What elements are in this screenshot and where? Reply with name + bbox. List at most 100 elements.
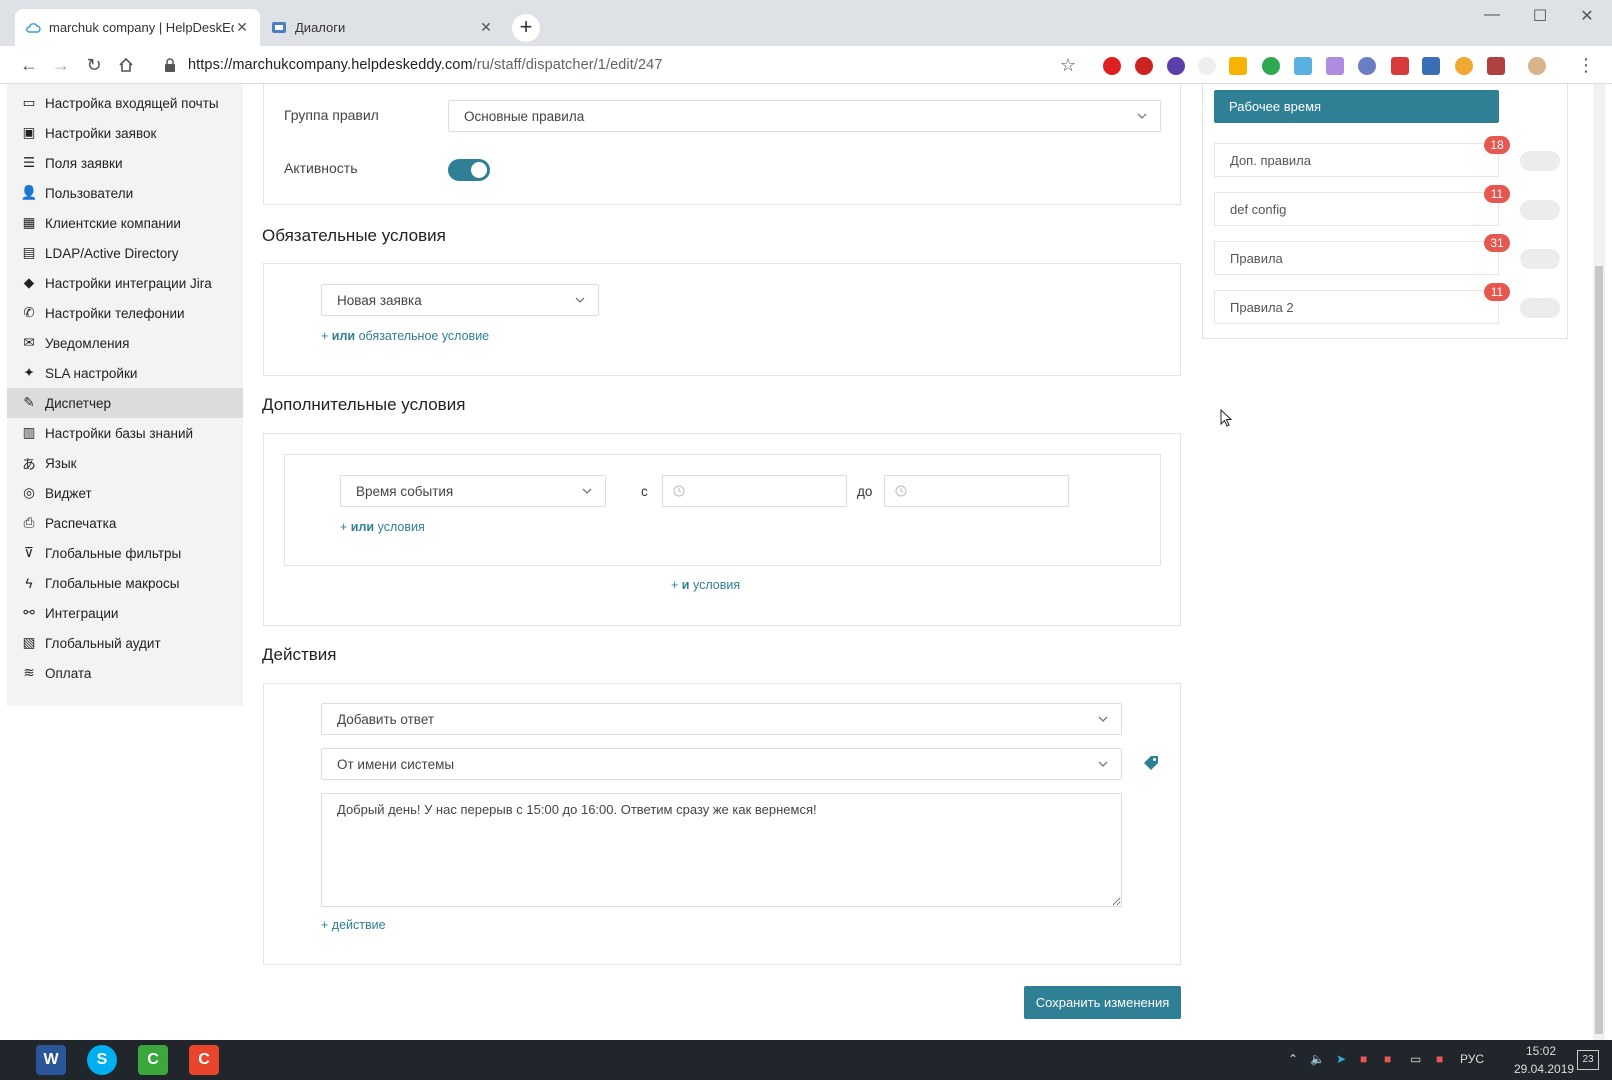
sidebar-item[interactable]: ✎ Диспетчер xyxy=(7,388,243,418)
sidebar-item[interactable]: ▭ Настройка входящей почты xyxy=(7,88,243,118)
camtasia-icon[interactable]: C xyxy=(138,1045,168,1075)
action-type-value: Добавить ответ xyxy=(337,711,435,727)
sidebar-item[interactable]: ▦ Клиентские компании xyxy=(7,208,243,238)
sidebar-item[interactable]: ≋ Оплата xyxy=(7,658,243,688)
skype-icon[interactable]: S xyxy=(87,1045,117,1075)
message-textarea[interactable]: Добрый день! У нас перерыв с 15:00 до 16… xyxy=(321,793,1122,907)
tray-chevron-icon[interactable]: ⌃ xyxy=(1288,1052,1298,1066)
sidebar-item[interactable]: 👤 Пользователи xyxy=(7,178,243,208)
camtasia-recorder-icon[interactable]: C xyxy=(189,1045,219,1075)
sidebar-item[interactable]: ⎙ Распечатка xyxy=(7,508,243,538)
home-icon[interactable] xyxy=(118,57,134,73)
sidebar-item[interactable]: ▣ Настройки заявок xyxy=(7,118,243,148)
adblock-icon[interactable] xyxy=(1103,57,1121,75)
minimize-icon[interactable]: — xyxy=(1480,6,1504,24)
sidebar-item[interactable]: ▥ Настройки базы знаний xyxy=(7,418,243,448)
extension-icon[interactable] xyxy=(1391,57,1409,75)
add-or-condition-link[interactable]: + или условия xyxy=(340,520,425,534)
back-icon[interactable]: ← xyxy=(18,54,40,76)
event-time-select[interactable]: Время события xyxy=(340,475,606,507)
evernote-icon[interactable] xyxy=(1262,57,1280,75)
extension-icon[interactable] xyxy=(1455,57,1473,75)
sidebar-item[interactable]: ✉ Уведомления xyxy=(7,328,243,358)
rule-item[interactable]: Правила xyxy=(1214,241,1499,275)
sidebar-item[interactable]: ◎ Виджет xyxy=(7,478,243,508)
skype-ext-icon[interactable] xyxy=(1198,57,1216,75)
bookmark-star-icon[interactable]: ☆ xyxy=(1060,55,1076,76)
sidebar-item-label: Оплата xyxy=(45,665,92,681)
tab-helpdesk[interactable]: marchuk company | HelpDeskEddy ✕ xyxy=(15,9,260,46)
sidebar-item[interactable]: ▧ Глобальный аудит xyxy=(7,628,243,658)
reload-icon[interactable]: ↻ xyxy=(83,54,105,76)
sidebar-item[interactable]: あ Язык xyxy=(7,448,243,478)
address-bar[interactable]: https://marchukcompany.helpdeskeddy.com/… xyxy=(150,50,1080,80)
sidebar-item-label: Поля заявки xyxy=(45,155,123,171)
close-window-icon[interactable]: ✕ xyxy=(1575,6,1599,26)
add-action-link[interactable]: + действие xyxy=(321,918,386,932)
close-tab-icon[interactable]: ✕ xyxy=(478,19,494,36)
rule-toggle[interactable] xyxy=(1520,249,1560,269)
tag-icon[interactable] xyxy=(1143,755,1159,771)
sidebar-item[interactable]: ☰ Поля заявки xyxy=(7,148,243,178)
drive-icon[interactable] xyxy=(1229,57,1247,75)
sidebar-item-label: Язык xyxy=(45,455,77,471)
time-to-input[interactable] xyxy=(884,475,1069,507)
pen-icon[interactable] xyxy=(1326,57,1344,75)
pdf-icon[interactable] xyxy=(1487,57,1505,75)
new-tab-button[interactable]: + xyxy=(512,14,540,42)
rule-working-time[interactable]: Рабочее время xyxy=(1214,90,1499,123)
tray-app-icon[interactable]: ■ xyxy=(1436,1052,1443,1066)
close-tab-icon[interactable]: ✕ xyxy=(234,19,250,36)
sidebar-item[interactable]: ⚯ Интеграции xyxy=(7,598,243,628)
mouse-cursor-icon xyxy=(1220,409,1232,427)
volume-icon[interactable]: 🔈 xyxy=(1310,1052,1325,1066)
language-indicator[interactable]: РУС xyxy=(1460,1052,1484,1066)
sender-select[interactable]: От имени системы xyxy=(321,748,1122,780)
clock[interactable]: 15:02 29.04.2019 xyxy=(1514,1044,1574,1076)
infinity-icon[interactable] xyxy=(1358,57,1376,75)
add-and-condition-link[interactable]: + и условия xyxy=(671,578,740,592)
envelope-icon: ✉ xyxy=(23,335,35,350)
add-required-condition-link[interactable]: + или обязательное условие xyxy=(321,329,489,343)
maximize-icon[interactable]: ☐ xyxy=(1528,6,1552,26)
time-from-input[interactable] xyxy=(662,475,847,507)
network-icon[interactable]: ▭ xyxy=(1410,1052,1421,1066)
sidebar-item[interactable]: ϟ Глобальные макросы xyxy=(7,568,243,598)
sidebar-item[interactable]: ◆ Настройки интеграции Jira xyxy=(7,268,243,298)
rule-count-badge: 18 xyxy=(1484,136,1510,154)
extension-icon[interactable] xyxy=(1167,57,1185,75)
action-type-select[interactable]: Добавить ответ xyxy=(321,703,1122,735)
rule-item[interactable]: def config xyxy=(1214,192,1499,226)
avatar[interactable] xyxy=(1528,57,1546,75)
word-icon[interactable]: W xyxy=(36,1045,66,1075)
sidebar-item[interactable]: ✦ SLA настройки xyxy=(7,358,243,388)
download-icon[interactable] xyxy=(1422,57,1440,75)
rule-toggle[interactable] xyxy=(1520,200,1560,220)
rule-item[interactable]: Правила 2 xyxy=(1214,290,1499,324)
notifications-icon[interactable]: 23 xyxy=(1577,1050,1599,1070)
tray-app-icon[interactable]: ■ xyxy=(1384,1052,1391,1066)
required-condition-select[interactable]: Новая заявка xyxy=(321,284,599,316)
abp-icon[interactable] xyxy=(1135,57,1153,75)
macro-icon: ϟ xyxy=(25,575,33,591)
forward-icon[interactable]: → xyxy=(50,54,72,76)
company-icon: ▦ xyxy=(22,215,36,230)
lock-icon xyxy=(165,58,175,72)
sidebar-item[interactable]: ▤ LDAP/Active Directory xyxy=(7,238,243,268)
rule-group-select[interactable]: Основные правила xyxy=(448,100,1161,132)
rule-item[interactable]: Доп. правила xyxy=(1214,143,1499,177)
scrollbar-thumb[interactable] xyxy=(1595,266,1603,1034)
sidebar-item[interactable]: ✆ Настройки телефонии xyxy=(7,298,243,328)
menu-icon[interactable]: ⋮ xyxy=(1575,54,1597,76)
extension-icon[interactable] xyxy=(1294,57,1312,75)
rule-toggle[interactable] xyxy=(1520,151,1560,171)
sender-value: От имени системы xyxy=(337,756,455,772)
rule-count-badge: 31 xyxy=(1484,234,1510,252)
activity-toggle[interactable] xyxy=(448,159,490,181)
rule-toggle[interactable] xyxy=(1520,298,1560,318)
tab-dialogs[interactable]: Диалоги ✕ xyxy=(261,9,504,46)
sidebar-item[interactable]: ⊽ Глобальные фильтры xyxy=(7,538,243,568)
telegram-icon[interactable]: ➤ xyxy=(1336,1052,1346,1066)
tray-app-icon[interactable]: ■ xyxy=(1360,1052,1367,1066)
save-changes-button[interactable]: Сохранить изменения xyxy=(1024,986,1181,1019)
